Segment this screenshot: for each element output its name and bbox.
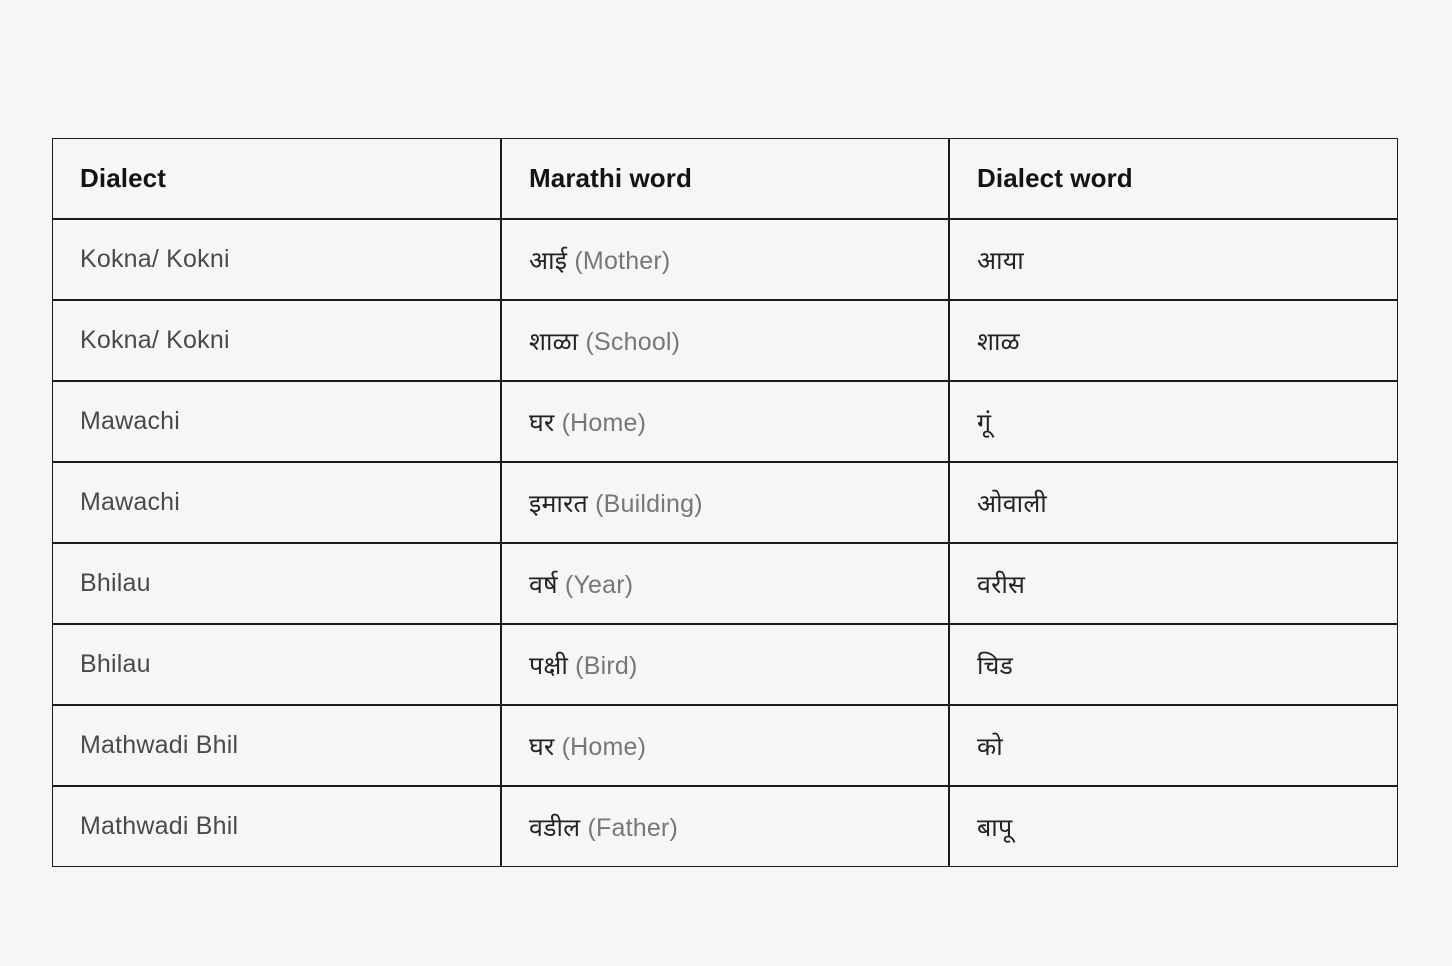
marathi-gloss-text: (Mother) (574, 246, 671, 275)
marathi-gloss-text: (Home) (561, 408, 647, 437)
cell-dialect-word: चिड (949, 624, 1398, 705)
cell-marathi-word: वडील (Father) (501, 786, 949, 867)
dialect-native-text: आया (977, 246, 1024, 275)
marathi-gloss-text: (Father) (587, 813, 678, 842)
cell-dialect-word: गूं (949, 381, 1398, 462)
cell-marathi-word: वर्ष (Year) (501, 543, 949, 624)
cell-dialect-word: वरीस (949, 543, 1398, 624)
cell-marathi-word: घर (Home) (501, 381, 949, 462)
column-header-dialect-word: Dialect word (949, 138, 1398, 219)
cell-dialect-word: ओवाली (949, 462, 1398, 543)
marathi-gloss-text: (Building) (595, 489, 703, 518)
cell-dialect: Bhilau (52, 543, 501, 624)
column-header-marathi-word: Marathi word (501, 138, 949, 219)
table-header-row: Dialect Marathi word Dialect word (52, 138, 1398, 219)
cell-dialect-word: शाळ (949, 300, 1398, 381)
dialect-comparison-table: Dialect Marathi word Dialect word Kokna/… (52, 138, 1398, 867)
dialect-native-text: गूं (977, 408, 992, 437)
table-row: Mawachi इमारत (Building) ओवाली (52, 462, 1398, 543)
dialect-native-text: को (977, 732, 1003, 761)
dialect-native-text: ओवाली (977, 489, 1047, 518)
cell-dialect: Mawachi (52, 381, 501, 462)
cell-marathi-word: शाळा (School) (501, 300, 949, 381)
cell-dialect: Mathwadi Bhil (52, 705, 501, 786)
table-row: Kokna/ Kokni आई (Mother) आया (52, 219, 1398, 300)
page-root: Dialect Marathi word Dialect word Kokna/… (0, 0, 1452, 966)
marathi-gloss-text: (School) (585, 327, 681, 356)
cell-dialect-word: बापू (949, 786, 1398, 867)
cell-dialect: Kokna/ Kokni (52, 219, 501, 300)
marathi-native-text: वडील (529, 813, 581, 842)
cell-marathi-word: आई (Mother) (501, 219, 949, 300)
marathi-gloss-text: (Year) (564, 570, 634, 599)
marathi-native-text: पक्षी (529, 651, 569, 680)
cell-marathi-word: घर (Home) (501, 705, 949, 786)
cell-dialect: Mathwadi Bhil (52, 786, 501, 867)
marathi-native-text: आई (529, 246, 568, 275)
table-row: Mathwadi Bhil वडील (Father) बापू (52, 786, 1398, 867)
table-header: Dialect Marathi word Dialect word (52, 138, 1398, 219)
cell-dialect: Kokna/ Kokni (52, 300, 501, 381)
table-row: Bhilau वर्ष (Year) वरीस (52, 543, 1398, 624)
cell-dialect: Bhilau (52, 624, 501, 705)
dialect-table-container: Dialect Marathi word Dialect word Kokna/… (52, 138, 1398, 867)
marathi-native-text: घर (529, 732, 555, 761)
marathi-gloss-text: (Home) (561, 732, 647, 761)
marathi-gloss-text: (Bird) (575, 651, 638, 680)
cell-dialect-word: को (949, 705, 1398, 786)
column-header-dialect: Dialect (52, 138, 501, 219)
cell-marathi-word: पक्षी (Bird) (501, 624, 949, 705)
dialect-native-text: वरीस (977, 570, 1026, 599)
marathi-native-text: वर्ष (529, 570, 558, 599)
table-body: Kokna/ Kokni आई (Mother) आया Kokna/ Kokn… (52, 219, 1398, 867)
table-row: Mathwadi Bhil घर (Home) को (52, 705, 1398, 786)
table-row: Bhilau पक्षी (Bird) चिड (52, 624, 1398, 705)
cell-dialect-word: आया (949, 219, 1398, 300)
dialect-native-text: शाळ (977, 327, 1020, 356)
marathi-native-text: इमारत (529, 489, 588, 518)
cell-marathi-word: इमारत (Building) (501, 462, 949, 543)
table-row: Mawachi घर (Home) गूं (52, 381, 1398, 462)
marathi-native-text: शाळा (529, 327, 579, 356)
dialect-native-text: बापू (977, 813, 1013, 842)
marathi-native-text: घर (529, 408, 555, 437)
table-row: Kokna/ Kokni शाळा (School) शाळ (52, 300, 1398, 381)
cell-dialect: Mawachi (52, 462, 501, 543)
dialect-native-text: चिड (977, 651, 1014, 680)
